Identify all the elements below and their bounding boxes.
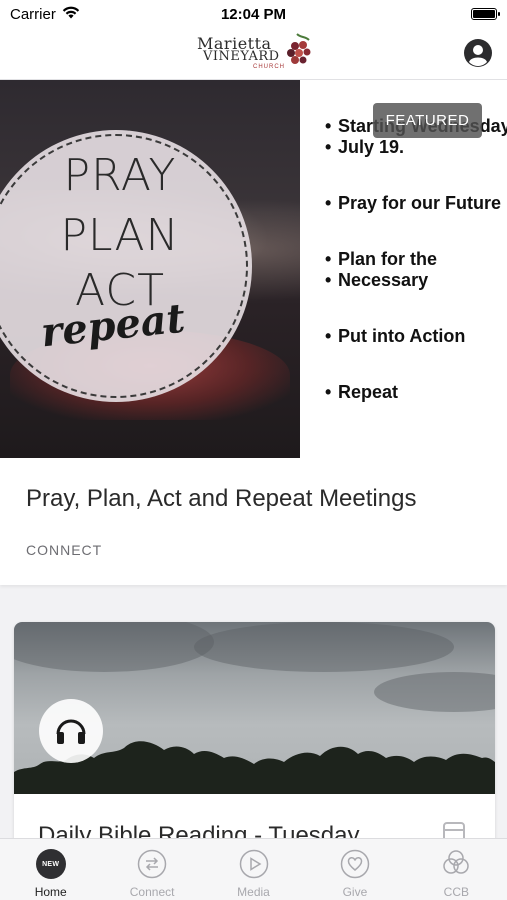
bullet-item: Pray for our Future [325, 193, 501, 214]
media-title[interactable]: Daily Bible Reading - Tuesday [38, 822, 360, 838]
bullet-item: Repeat [325, 382, 398, 403]
tab-label: Give [342, 885, 368, 899]
tab-label: CCB [443, 885, 469, 899]
bullet-item-cont: July 19. [325, 137, 404, 158]
featured-title[interactable]: Pray, Plan, Act and Repeat Meetings [26, 485, 416, 513]
grapes-icon [287, 33, 311, 64]
user-circle-icon [464, 39, 492, 67]
play-circle-icon [238, 848, 270, 880]
city-night-photo: PRAY PLAN ACT repeat [0, 80, 300, 458]
heart-circle-icon [339, 848, 371, 880]
cloudy-sky-image [14, 622, 495, 794]
featured-image: PRAY PLAN ACT repeat Starting Wednesday … [0, 80, 507, 458]
app-screen: Carrier 12:04 PM Marietta VINEYARD CHURC… [0, 0, 507, 900]
featured-category: CONNECT [26, 542, 103, 558]
tab-media[interactable]: Media [203, 839, 304, 900]
bullet-item-cont: Necessary [325, 270, 428, 291]
app-header: Marietta VINEYARD CHURCH [0, 28, 507, 80]
headphones-button[interactable] [39, 699, 103, 763]
tab-label: Connect [129, 885, 175, 899]
status-left: Carrier [10, 6, 80, 23]
wifi-icon [62, 6, 80, 23]
bullet-item: Put into Action [325, 326, 465, 347]
battery-icon [471, 8, 500, 20]
arrows-exchange-icon [136, 848, 168, 880]
tab-give[interactable]: Give [304, 839, 405, 900]
bullet-item: Plan for the [325, 249, 437, 270]
profile-button[interactable] [463, 38, 493, 68]
tab-home[interactable]: NEW Home [0, 839, 101, 900]
ccb-circles-icon [440, 848, 472, 880]
tab-bar: NEW Home Connect Media Give CCB [0, 838, 507, 900]
headphones-icon [56, 719, 86, 744]
feed-scroll[interactable]: PRAY PLAN ACT repeat Starting Wednesday … [0, 80, 507, 838]
badge-text-plan: PLAN [60, 210, 180, 261]
status-bar: Carrier 12:04 PM [0, 0, 507, 28]
new-badge: NEW [35, 849, 66, 879]
media-card[interactable]: Daily Bible Reading - Tuesday [14, 622, 495, 838]
logo-text-vineyard: VINEYARD [203, 49, 280, 64]
featured-tag: FEATURED [373, 103, 482, 138]
carrier-label: Carrier [10, 5, 56, 23]
tab-ccb[interactable]: CCB [406, 839, 507, 900]
tab-label: Home [34, 885, 67, 899]
tab-connect[interactable]: Connect [101, 839, 202, 900]
document-icon [443, 822, 465, 838]
featured-card[interactable]: PRAY PLAN ACT repeat Starting Wednesday … [0, 80, 507, 585]
tab-label: Media [237, 885, 270, 899]
logo-text-church: CHURCH [253, 64, 285, 70]
church-logo[interactable]: Marietta VINEYARD CHURCH [197, 30, 317, 76]
new-badge-icon: NEW [35, 848, 67, 880]
badge-text-pray: PRAY [63, 150, 177, 201]
